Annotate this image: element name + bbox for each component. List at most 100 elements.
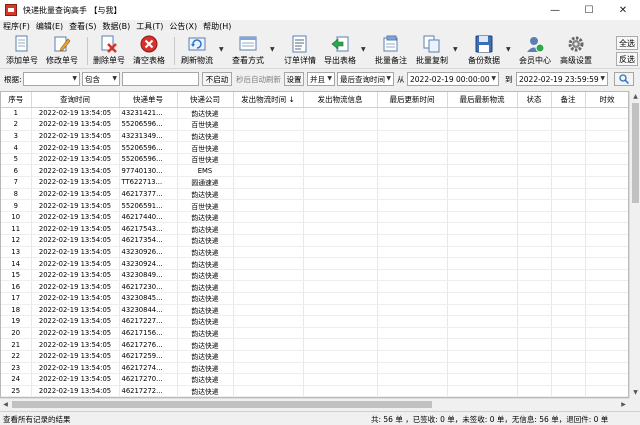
to-datetime-picker[interactable]: 2022-02-19 23:59:59 ▼: [516, 72, 608, 86]
menu-data[interactable]: 数据(B): [102, 21, 130, 32]
table-row[interactable]: 10 2022-02-19 13:54:05 46217440... 韵达快递: [1, 211, 628, 224]
batch-note-button[interactable]: 批量备注: [375, 35, 407, 67]
menu-view[interactable]: 查看(S): [69, 21, 96, 32]
member-center-button[interactable]: 会员中心: [519, 35, 551, 67]
table-cell: 24: [1, 373, 32, 386]
scroll-left-icon[interactable]: ◀: [0, 399, 11, 410]
table-row[interactable]: 21 2022-02-19 13:54:05 46217276... 韵达快递: [1, 338, 628, 351]
delete-order-button[interactable]: 删除单号: [93, 35, 125, 67]
table-cell: 43231349...: [119, 130, 178, 143]
table-row[interactable]: 12 2022-02-19 13:54:05 46217354... 韵达快递: [1, 234, 628, 247]
table-row[interactable]: 22 2022-02-19 13:54:05 46217259... 韵达快递: [1, 350, 628, 363]
keyword-input[interactable]: [122, 72, 199, 86]
table-row[interactable]: 18 2022-02-19 13:54:05 43230844... 韵达快递: [1, 304, 628, 317]
clear-table-button[interactable]: 清空表格: [133, 35, 165, 67]
table-row[interactable]: 19 2022-02-19 13:54:05 46217227... 韵达快递: [1, 315, 628, 328]
table-row[interactable]: 5 2022-02-19 13:54:05 55206596... 百世快递: [1, 153, 628, 166]
horizontal-scroll-thumb[interactable]: [12, 401, 432, 408]
copy-dropdown-icon[interactable]: ▼: [453, 46, 458, 53]
batch-copy-button[interactable]: 批量复制: [416, 35, 448, 67]
table-cell: 25: [1, 385, 32, 397]
vertical-scrollbar[interactable]: ▲ ▼: [629, 91, 640, 398]
filter-field-select[interactable]: ▼: [23, 72, 80, 86]
table-cell: 17: [1, 292, 32, 305]
refresh-dropdown-icon[interactable]: ▼: [219, 46, 224, 53]
column-header-ship-info[interactable]: 发出物流信息: [303, 92, 378, 108]
refresh-logistics-button[interactable]: 刷新物流: [181, 35, 213, 67]
invert-selection-button[interactable]: 反选: [616, 52, 638, 66]
table-row[interactable]: 9 2022-02-19 13:54:05 55206591... 百世快递: [1, 199, 628, 212]
table-cell: [447, 350, 518, 363]
table-row[interactable]: 11 2022-02-19 13:54:05 46217543... 韵达快递: [1, 222, 628, 236]
advanced-settings-button[interactable]: 高级设置: [560, 35, 592, 67]
view-dropdown-icon[interactable]: ▼: [270, 46, 275, 53]
table-row[interactable]: 15 2022-02-19 13:54:05 43230849... 韵达快递: [1, 269, 628, 282]
table-row[interactable]: 20 2022-02-19 13:54:05 46217156... 韵达快递: [1, 327, 628, 340]
table-row[interactable]: 3 2022-02-19 13:54:05 43231349... 韵达快递: [1, 130, 628, 143]
menu-edit[interactable]: 编辑(E): [36, 21, 63, 32]
menu-notice[interactable]: 公告(X): [169, 21, 197, 32]
column-header-tracking-number[interactable]: 快递单号: [119, 92, 178, 108]
column-header-timeliness[interactable]: 时效: [585, 92, 628, 108]
table-cell: [447, 257, 518, 270]
table-row[interactable]: 16 2022-02-19 13:54:05 46217230... 韵达快递: [1, 280, 628, 293]
from-datetime-picker[interactable]: 2022-02-19 00:00:00 ▼: [407, 72, 499, 86]
table-row[interactable]: 25 2022-02-19 13:54:05 46217272... 韵达快递: [1, 385, 628, 397]
table-row[interactable]: 7 2022-02-19 13:54:05 TT622713... 圆通速递: [1, 176, 628, 189]
table-row[interactable]: 2 2022-02-19 13:54:05 55206596... 百世快递: [1, 118, 628, 131]
vertical-scroll-thumb[interactable]: [632, 103, 639, 203]
horizontal-scrollbar[interactable]: ◀ ▶: [0, 398, 629, 409]
view-mode-button[interactable]: 查看方式: [232, 35, 264, 67]
column-header-ship-time[interactable]: 发出物流时间 ↓: [233, 92, 304, 108]
add-order-button[interactable]: 添加单号: [6, 35, 38, 67]
table-row[interactable]: 4 2022-02-19 13:54:05 55206596... 百世快递: [1, 141, 628, 154]
refresh-logistics-label: 刷新物流: [181, 56, 213, 65]
search-button[interactable]: [614, 72, 634, 86]
table-row[interactable]: 17 2022-02-19 13:54:05 43230845... 韵达快递: [1, 292, 628, 305]
maximize-button[interactable]: ☐: [572, 0, 606, 20]
backup-data-button[interactable]: 备份数据: [468, 35, 500, 67]
select-all-button[interactable]: 全选: [616, 36, 638, 50]
menu-program[interactable]: 程序(F): [3, 21, 30, 32]
table-row[interactable]: 8 2022-02-19 13:54:05 46217377... 韵达快递: [1, 188, 628, 201]
detail-icon: [292, 35, 307, 53]
scroll-up-icon[interactable]: ▲: [630, 91, 640, 102]
export-dropdown-icon[interactable]: ▼: [361, 46, 366, 53]
table-row[interactable]: 14 2022-02-19 13:54:05 43230924... 韵达快递: [1, 257, 628, 270]
scroll-down-icon[interactable]: ▼: [630, 387, 640, 398]
edit-order-button[interactable]: 修改单号: [46, 35, 78, 67]
minimize-button[interactable]: —: [538, 0, 572, 20]
scroll-right-icon[interactable]: ▶: [618, 399, 629, 410]
table-row[interactable]: 1 2022-02-19 13:54:05 43231421... 韵达快递: [1, 107, 628, 120]
table-row[interactable]: 6 2022-02-19 13:54:05 97740130... EMS: [1, 164, 628, 178]
menu-help[interactable]: 帮助(H): [203, 21, 231, 32]
table-row[interactable]: 23 2022-02-19 13:54:05 46217274... 韵达快递: [1, 362, 628, 375]
auto-start-button[interactable]: 不启动: [202, 72, 232, 86]
table-cell: [233, 373, 304, 386]
match-mode-select[interactable]: 包含 ▼: [82, 72, 120, 86]
backup-data-label: 备份数据: [468, 56, 500, 65]
column-header-note[interactable]: 备注: [551, 92, 586, 108]
time-field-select[interactable]: 最后查询时间 ▼: [337, 72, 394, 86]
column-header-query-time[interactable]: 查询时间: [31, 92, 120, 108]
column-header-last-update[interactable]: 最后更新时间: [377, 92, 448, 108]
logic-select[interactable]: 并且 ▼: [307, 72, 335, 86]
note-icon: [383, 35, 398, 52]
table-row[interactable]: 24 2022-02-19 13:54:05 46217270... 韵达快递: [1, 373, 628, 386]
column-header-index[interactable]: 序号: [1, 92, 32, 108]
table-cell: [303, 338, 378, 351]
table-cell: 2022-02-19 13:54:05: [31, 176, 120, 189]
settings-button[interactable]: 设置: [284, 72, 304, 86]
column-header-status[interactable]: 状态: [517, 92, 552, 108]
table-cell: [585, 269, 628, 282]
column-header-courier[interactable]: 快递公司: [177, 92, 234, 108]
menu-tools[interactable]: 工具(T): [136, 21, 163, 32]
column-header-latest-logistics[interactable]: 最后最新物流: [447, 92, 518, 108]
table-cell: [447, 373, 518, 386]
view-mode-label: 查看方式: [232, 56, 264, 65]
export-table-button[interactable]: 导出表格: [324, 35, 356, 67]
close-button[interactable]: ✕: [606, 0, 640, 20]
order-detail-button[interactable]: 订单详情: [284, 35, 316, 67]
backup-dropdown-icon[interactable]: ▼: [506, 46, 511, 53]
table-row[interactable]: 13 2022-02-19 13:54:05 43230926... 韵达快递: [1, 246, 628, 259]
